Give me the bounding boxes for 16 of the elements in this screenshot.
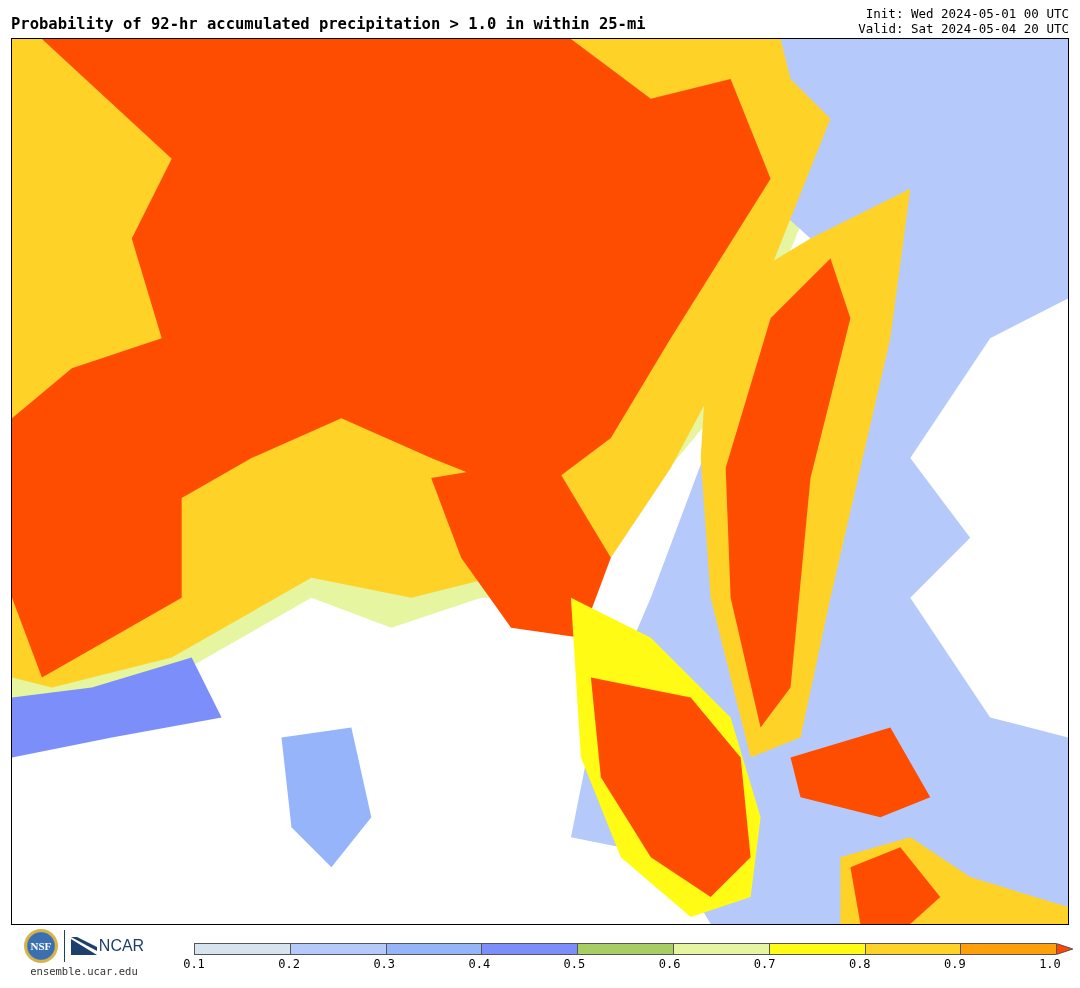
- colorbar-label: 0.8: [847, 957, 872, 971]
- colorbar-label: 0.2: [277, 957, 301, 971]
- valid-time: Valid: Sat 2024-05-04 20 UTC: [858, 21, 1069, 36]
- colorbar-label: 0.5: [562, 957, 587, 971]
- ncar-logo: NCAR: [70, 937, 145, 955]
- colorbar-label: 0.3: [372, 957, 397, 971]
- site-url: ensemble.ucar.edu: [30, 965, 138, 977]
- colorbar-label: 0.9: [943, 957, 967, 971]
- colorbar-label: 0.1: [182, 957, 206, 971]
- colorbar-label: 1.0: [1038, 957, 1062, 971]
- init-time: Init: Wed 2024-05-01 00 UTC: [865, 6, 1069, 21]
- map-title: Probability of 92-hr accumulated precipitation > 1.0 in within 25-mi: [11, 15, 646, 35]
- colorbar-label: 0.7: [752, 957, 777, 971]
- nsf-logo: NSF: [23, 929, 58, 963]
- colorbar-label: 0.6: [657, 957, 682, 971]
- colorbar-label: 0.4: [467, 957, 492, 971]
